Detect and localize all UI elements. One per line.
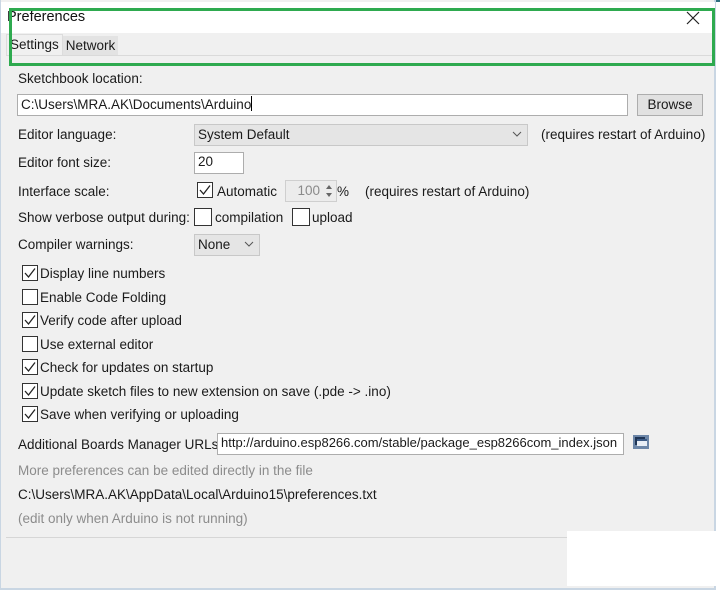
- boards-manager-urls-input[interactable]: http://arduino.esp8266.com/stable/packag…: [217, 433, 624, 455]
- option-label: Update sketch files to new extension on …: [40, 383, 391, 399]
- option-checkbox[interactable]: [22, 312, 38, 328]
- edit-only-note: (edit only when Arduino is not running): [18, 511, 248, 526]
- text-caret: [251, 96, 253, 111]
- option-checkbox[interactable]: [22, 406, 38, 422]
- editor-language-label: Editor language:: [18, 127, 117, 142]
- preferences-file-path: C:\Users\MRA.AK\AppData\Local\Arduino15\…: [18, 487, 377, 502]
- option-label: Save when verifying or uploading: [40, 407, 239, 422]
- editor-language-select[interactable]: System Default: [194, 124, 528, 146]
- checkmark-icon: [199, 185, 211, 196]
- checkmark-icon: [24, 409, 36, 420]
- interface-scale-label: Interface scale:: [18, 184, 110, 199]
- sketchbook-highlight-box: [9, 8, 715, 66]
- verbose-upload-label: upload: [312, 210, 353, 225]
- editor-font-size-input[interactable]: 20: [194, 152, 244, 174]
- checkmark-icon: [24, 362, 36, 373]
- editor-font-size-label: Editor font size:: [18, 155, 112, 170]
- option-label: Enable Code Folding: [40, 289, 167, 305]
- interface-scale-automatic-label: Automatic: [217, 184, 278, 199]
- more-preferences-note: More preferences can be edited directly …: [18, 463, 313, 478]
- option-checkbox[interactable]: [22, 288, 38, 305]
- option-checkbox[interactable]: [22, 335, 38, 352]
- boards-manager-urls-edit-button[interactable]: [632, 434, 650, 450]
- option-checkbox[interactable]: [22, 359, 38, 375]
- boards-manager-urls-label: Additional Boards Manager URLs:: [18, 437, 223, 452]
- sketchbook-location-value: C:\Users\MRA.AK\Documents\Arduino: [21, 97, 252, 112]
- verbose-output-label: Show verbose output during:: [18, 210, 190, 225]
- window-list-icon: [633, 435, 649, 449]
- preferences-dialog: Preferences Settings Network Sketchbook …: [0, 0, 716, 590]
- checkmark-icon: [24, 268, 36, 279]
- compiler-warnings-label: Compiler warnings:: [18, 237, 134, 252]
- interface-scale-value: 100: [297, 183, 320, 198]
- editor-language-value: System Default: [198, 127, 290, 142]
- interface-scale-unit: %: [337, 184, 350, 199]
- interface-scale-automatic-checkbox[interactable]: [197, 182, 213, 198]
- sketchbook-location-label: Sketchbook location:: [18, 71, 143, 86]
- option-label: Verify code after upload: [40, 313, 182, 328]
- chevron-down-icon: [244, 241, 254, 247]
- checkmark-icon: [24, 385, 36, 396]
- verbose-upload-checkbox[interactable]: [292, 208, 310, 226]
- verbose-compilation-checkbox[interactable]: [194, 208, 212, 226]
- verbose-compilation-label: compilation: [215, 210, 284, 225]
- compiler-warnings-select[interactable]: None: [194, 234, 260, 256]
- sketchbook-location-input[interactable]: C:\Users\MRA.AK\Documents\Arduino: [17, 94, 628, 116]
- browse-button[interactable]: Browse: [637, 94, 703, 116]
- option-label: Display line numbers: [40, 266, 166, 281]
- compiler-warnings-value: None: [198, 237, 231, 252]
- chevron-down-icon: [512, 131, 522, 137]
- option-label: Use external editor: [40, 336, 154, 352]
- checkmark-icon: [24, 315, 36, 326]
- editor-language-restart-note: (requires restart of Arduino): [541, 127, 706, 142]
- option-checkbox[interactable]: [22, 382, 38, 399]
- spinner-arrows-icon[interactable]: [324, 183, 334, 199]
- option-checkbox[interactable]: [22, 265, 38, 281]
- blank-overlay-region: [567, 531, 720, 586]
- interface-scale-spinner[interactable]: 100: [285, 180, 337, 202]
- interface-scale-restart-note: (requires restart of Arduino): [365, 184, 530, 199]
- option-label: Check for updates on startup: [40, 360, 214, 375]
